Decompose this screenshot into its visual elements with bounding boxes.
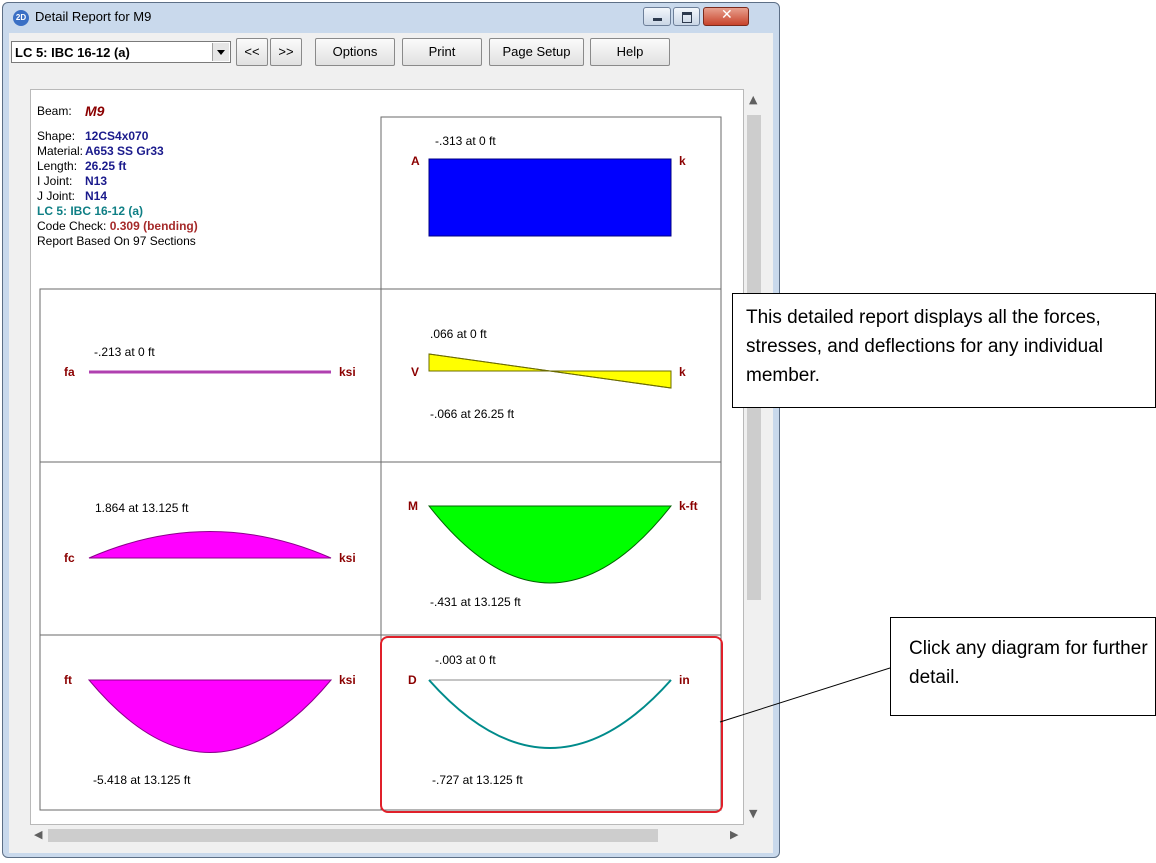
fa-diagram[interactable]: -.213 at 0 ft fa ksi: [64, 345, 356, 379]
fa-label: fa: [64, 365, 75, 379]
minimize-button[interactable]: [643, 7, 671, 26]
shear-unit: k: [679, 365, 686, 379]
scroll-left-icon[interactable]: ◀: [34, 828, 42, 841]
report-panel: Beam: M9 Shape: 12CS4x070 Material: A653 S…: [30, 89, 744, 825]
app-icon: 2D: [13, 10, 29, 26]
print-button[interactable]: Print: [402, 38, 482, 66]
ft-min-text: -5.418 at 13.125 ft: [93, 773, 191, 787]
ft-diagram[interactable]: ft ksi -5.418 at 13.125 ft: [64, 673, 356, 787]
shear-min-text: -.066 at 26.25 ft: [430, 407, 515, 421]
scroll-up-icon[interactable]: ▲: [749, 93, 757, 106]
load-case-select-value: LC 5: IBC 16-12 (a): [15, 45, 130, 60]
minimize-icon: [653, 18, 662, 21]
ft-label: ft: [64, 673, 72, 687]
diagram-grid: -.313 at 0 ft A k -.213 at 0 ft fa ksi .…: [39, 116, 723, 813]
ft-unit: ksi: [339, 673, 356, 687]
deflection-label: D: [408, 673, 417, 687]
next-button[interactable]: >>: [270, 38, 302, 66]
moment-diagram[interactable]: M k-ft -.431 at 13.125 ft: [408, 499, 698, 609]
deflection-unit: in: [679, 673, 690, 687]
moment-unit: k-ft: [679, 499, 698, 513]
fc-max-text: 1.864 at 13.125 ft: [95, 501, 189, 515]
close-button[interactable]: ✕: [703, 7, 749, 26]
moment-label: M: [408, 499, 418, 513]
detail-report-window: 2D Detail Report for M9 ✕ LC 5: IBC 16-1…: [2, 2, 780, 858]
axial-fill: [428, 158, 672, 237]
close-icon: ✕: [721, 7, 733, 23]
scroll-down-icon[interactable]: ▼: [749, 807, 757, 820]
options-button[interactable]: Options: [315, 38, 395, 66]
shear-label: V: [411, 365, 419, 379]
deflection-diagram[interactable]: -.003 at 0 ft D in -.727 at 13.125 ft: [408, 653, 690, 787]
axial-label: A: [411, 154, 420, 168]
report-callout: This detailed report displays all the fo…: [732, 293, 1156, 408]
maximize-button[interactable]: [673, 7, 700, 26]
horizontal-scrollbar[interactable]: ◀ ▶: [30, 825, 744, 845]
report-content-area: Beam: M9 Shape: 12CS4x070 Material: A653 S…: [9, 75, 773, 853]
fc-diagram[interactable]: 1.864 at 13.125 ft fc ksi: [64, 501, 356, 565]
axial-diagram[interactable]: -.313 at 0 ft A k: [411, 134, 686, 237]
ft-fill: [87, 679, 333, 753]
maximize-icon: [682, 12, 692, 23]
help-button[interactable]: Help: [590, 38, 670, 66]
chevron-down-icon[interactable]: [212, 43, 229, 61]
title-bar[interactable]: 2D Detail Report for M9 ✕: [3, 3, 779, 33]
scroll-right-icon[interactable]: ▶: [730, 828, 738, 841]
axial-max-text: -.313 at 0 ft: [435, 134, 496, 148]
toolbar: LC 5: IBC 16-12 (a) << >> Options Print …: [9, 33, 773, 75]
horizontal-scroll-thumb[interactable]: [48, 829, 658, 842]
fa-unit: ksi: [339, 365, 356, 379]
fc-fill: [88, 531, 332, 559]
previous-button[interactable]: <<: [236, 38, 268, 66]
axial-unit: k: [679, 154, 686, 168]
shear-max-text: .066 at 0 ft: [430, 327, 487, 341]
click-callout: Click any diagram for further detail.: [890, 617, 1156, 716]
moment-min-text: -.431 at 13.125 ft: [430, 595, 521, 609]
deflection-min-text: -.727 at 13.125 ft: [432, 773, 523, 787]
deflection-max-text: -.003 at 0 ft: [435, 653, 496, 667]
fa-max-text: -.213 at 0 ft: [94, 345, 155, 359]
window-title: Detail Report for M9: [35, 9, 152, 24]
load-case-select[interactable]: LC 5: IBC 16-12 (a): [11, 41, 231, 63]
deflection-curve: [428, 679, 672, 749]
fc-label: fc: [64, 551, 75, 565]
page-setup-button[interactable]: Page Setup: [489, 38, 584, 66]
moment-fill: [427, 505, 673, 584]
vertical-scrollbar[interactable]: ▲ ▼: [744, 89, 764, 825]
fc-unit: ksi: [339, 551, 356, 565]
shear-diagram[interactable]: .066 at 0 ft V k -.066 at 26.25 ft: [411, 327, 686, 421]
